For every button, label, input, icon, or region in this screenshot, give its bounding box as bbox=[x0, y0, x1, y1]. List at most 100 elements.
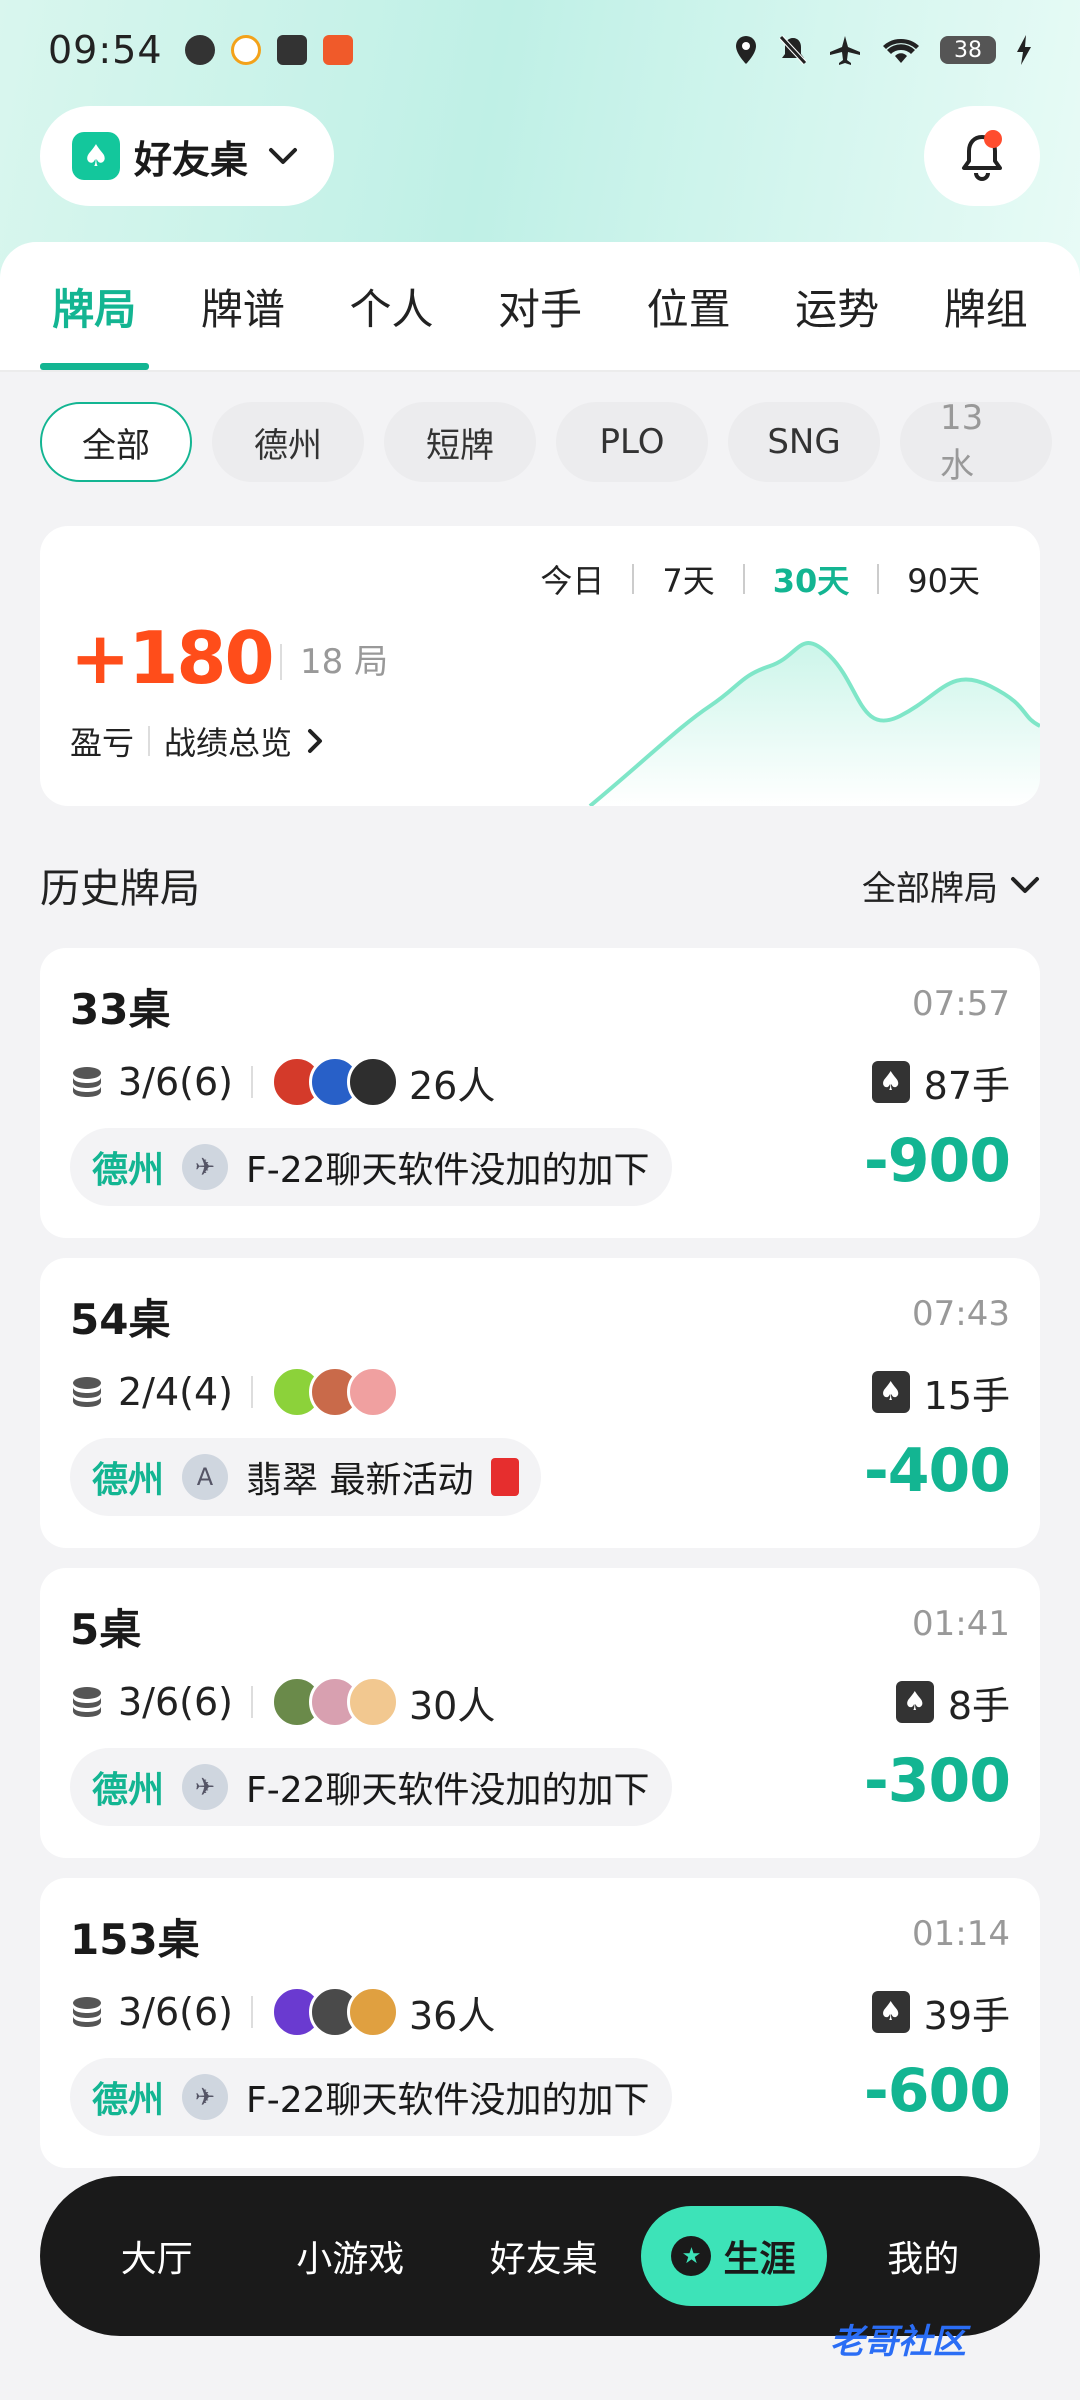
club-name: F-22聊天软件没加的加下 bbox=[246, 1770, 650, 1811]
app-icon bbox=[322, 35, 353, 65]
game-club-tag: 德州 ✈ F-22聊天软件没加的加下 bbox=[70, 1748, 672, 1826]
chips-icon bbox=[73, 1997, 101, 2027]
nav-mini-games[interactable]: 小游戏 bbox=[254, 2230, 448, 2282]
history-title: 历史牌局 bbox=[40, 866, 200, 912]
game-result: -300 bbox=[863, 1746, 1011, 1816]
tab-luck[interactable]: 运势 bbox=[763, 270, 912, 370]
filter-plo[interactable]: PLO bbox=[556, 402, 708, 482]
total-profit: +180 bbox=[70, 616, 275, 700]
jet-icon: ✈ bbox=[182, 1144, 229, 1190]
hand-count: ♠ 87手 bbox=[871, 1052, 1010, 1112]
info-separator bbox=[250, 1376, 253, 1408]
info-separator bbox=[250, 1686, 253, 1718]
club-name: 好友桌 bbox=[134, 137, 249, 182]
game-club-tag: 德州 ✈ F-22聊天软件没加的加下 bbox=[70, 1128, 672, 1206]
chips-icon bbox=[73, 1687, 101, 1717]
period-90d[interactable]: 90天 bbox=[879, 556, 1008, 602]
game-club-tag: 德州 A 翡翠 最新活动 bbox=[70, 1438, 542, 1516]
game-type: 德州 bbox=[92, 1150, 165, 1191]
info-separator bbox=[250, 1066, 253, 1098]
mail-icon bbox=[276, 35, 307, 65]
spade-card-icon: ♠ bbox=[871, 1371, 910, 1413]
club-name: F-22聊天软件没加的加下 bbox=[246, 1150, 650, 1191]
player-count: 30人 bbox=[408, 1683, 496, 1728]
avatar bbox=[346, 1986, 399, 2038]
club-name: F-22聊天软件没加的加下 bbox=[246, 2080, 650, 2121]
filter-holdem[interactable]: 德州 bbox=[212, 402, 364, 482]
tab-hand-history[interactable]: 牌谱 bbox=[169, 270, 318, 370]
wifi-icon bbox=[883, 38, 919, 63]
game-result: -600 bbox=[863, 2056, 1011, 2126]
player-count: 36人 bbox=[408, 1993, 496, 2038]
table-name: 33桌 bbox=[70, 985, 171, 1034]
avatar bbox=[346, 1676, 399, 1728]
tab-games[interactable]: 牌局 bbox=[20, 270, 169, 370]
tab-personal[interactable]: 个人 bbox=[317, 270, 466, 370]
filter-13-cards[interactable]: 13水 bbox=[900, 402, 1052, 482]
overview-link[interactable]: 盈亏 战绩总览 bbox=[70, 718, 324, 764]
chevron-right-icon bbox=[308, 729, 323, 753]
period-7d[interactable]: 7天 bbox=[634, 556, 742, 602]
nav-career[interactable]: ★ 生涯 bbox=[640, 2206, 827, 2306]
nav-friend-tables[interactable]: 好友桌 bbox=[447, 2230, 641, 2282]
main-tabs: 牌局 牌谱 个人 对手 位置 运势 牌组 bbox=[0, 270, 1080, 370]
screen: 09:54 38 ♠ 好友桌 牌局 牌谱 个人 对手 位置 运势 牌组 全部 德… bbox=[0, 0, 1080, 2400]
game-card[interactable]: 5桌 01:41 3/6(6) 30人 ♠ 8手 德州 ✈ F-22聊天软件没加… bbox=[40, 1568, 1040, 1858]
period-today[interactable]: 今日 bbox=[512, 556, 632, 602]
period-selector: 今日 7天 30天 90天 bbox=[512, 556, 1008, 602]
history-filter-dropdown[interactable]: 全部牌局 bbox=[862, 861, 1040, 910]
game-card[interactable]: 153桌 01:14 3/6(6) 36人 ♠ 39手 德州 ✈ F-22聊天软… bbox=[40, 1878, 1040, 2168]
game-info: 3/6(6) 26人 bbox=[70, 1052, 495, 1112]
chevron-down-icon bbox=[1011, 877, 1039, 893]
overview-label: 战绩总览 bbox=[164, 724, 293, 762]
game-type: 德州 bbox=[92, 2080, 165, 2121]
filter-sng[interactable]: SNG bbox=[728, 402, 880, 482]
status-bar: 09:54 38 bbox=[0, 0, 1080, 100]
blinds: 3/6(6) bbox=[118, 1060, 233, 1104]
game-info: 2/4(4) bbox=[70, 1362, 409, 1422]
avatar bbox=[346, 1056, 399, 1108]
player-count: 26人 bbox=[408, 1063, 496, 1108]
notification-button[interactable] bbox=[924, 106, 1040, 206]
club-selector[interactable]: ♠ 好友桌 bbox=[40, 106, 335, 206]
nav-lobby[interactable]: 大厅 bbox=[60, 2230, 254, 2282]
table-name: 153桌 bbox=[70, 1915, 200, 1964]
hand-count: ♠ 15手 bbox=[871, 1362, 1010, 1422]
chevron-down-icon bbox=[269, 148, 298, 164]
hands-label: 8手 bbox=[947, 1683, 1010, 1728]
game-card[interactable]: 54桌 07:43 2/4(4) ♠ 15手 德州 A 翡翠 最新活动 -400 bbox=[40, 1258, 1040, 1548]
game-type-filters: 全部 德州 短牌 PLO SNG 13水 bbox=[40, 402, 1080, 482]
avatar bbox=[346, 1366, 399, 1418]
filter-short-deck[interactable]: 短牌 bbox=[384, 402, 536, 482]
nav-career-label: 生涯 bbox=[723, 2239, 796, 2280]
tab-card-groups[interactable]: 牌组 bbox=[911, 270, 1060, 370]
qq-icon bbox=[230, 35, 261, 65]
game-card[interactable]: 33桌 07:57 3/6(6) 26人 ♠ 87手 德州 ✈ F-22聊天软件… bbox=[40, 948, 1040, 1238]
hand-count: ♠ 39手 bbox=[871, 1982, 1010, 2042]
cards-icon: ♠ bbox=[72, 132, 120, 180]
red-packet-icon bbox=[491, 1458, 520, 1496]
charging-icon bbox=[1017, 35, 1031, 65]
tab-divider bbox=[0, 370, 1080, 372]
label-separator bbox=[148, 726, 151, 756]
club-name: 翡翠 最新活动 bbox=[246, 1460, 474, 1501]
spade-card-icon: ♠ bbox=[871, 1061, 910, 1103]
bottom-nav: 大厅 小游戏 好友桌 ★ 生涯 我的 bbox=[40, 2176, 1040, 2336]
watermark-logo: 老哥社区 bbox=[830, 2322, 966, 2362]
info-separator bbox=[250, 1996, 253, 2028]
filter-all[interactable]: 全部 bbox=[40, 402, 192, 482]
history-filter-label: 全部牌局 bbox=[862, 868, 998, 909]
club-avatar-icon: A bbox=[182, 1454, 229, 1500]
hands-label: 15手 bbox=[923, 1373, 1010, 1418]
game-result: -400 bbox=[863, 1436, 1011, 1506]
tab-position[interactable]: 位置 bbox=[614, 270, 763, 370]
game-club-tag: 德州 ✈ F-22聊天软件没加的加下 bbox=[70, 2058, 672, 2136]
nav-me[interactable]: 我的 bbox=[827, 2230, 1021, 2282]
hands-label: 39手 bbox=[923, 1993, 1010, 2038]
location-icon bbox=[736, 36, 756, 64]
game-time: 07:57 bbox=[912, 984, 1010, 1024]
tab-opponents[interactable]: 对手 bbox=[466, 270, 615, 370]
game-info: 3/6(6) 30人 bbox=[70, 1672, 495, 1732]
player-avatars bbox=[270, 1056, 399, 1108]
period-30d[interactable]: 30天 bbox=[745, 556, 878, 602]
